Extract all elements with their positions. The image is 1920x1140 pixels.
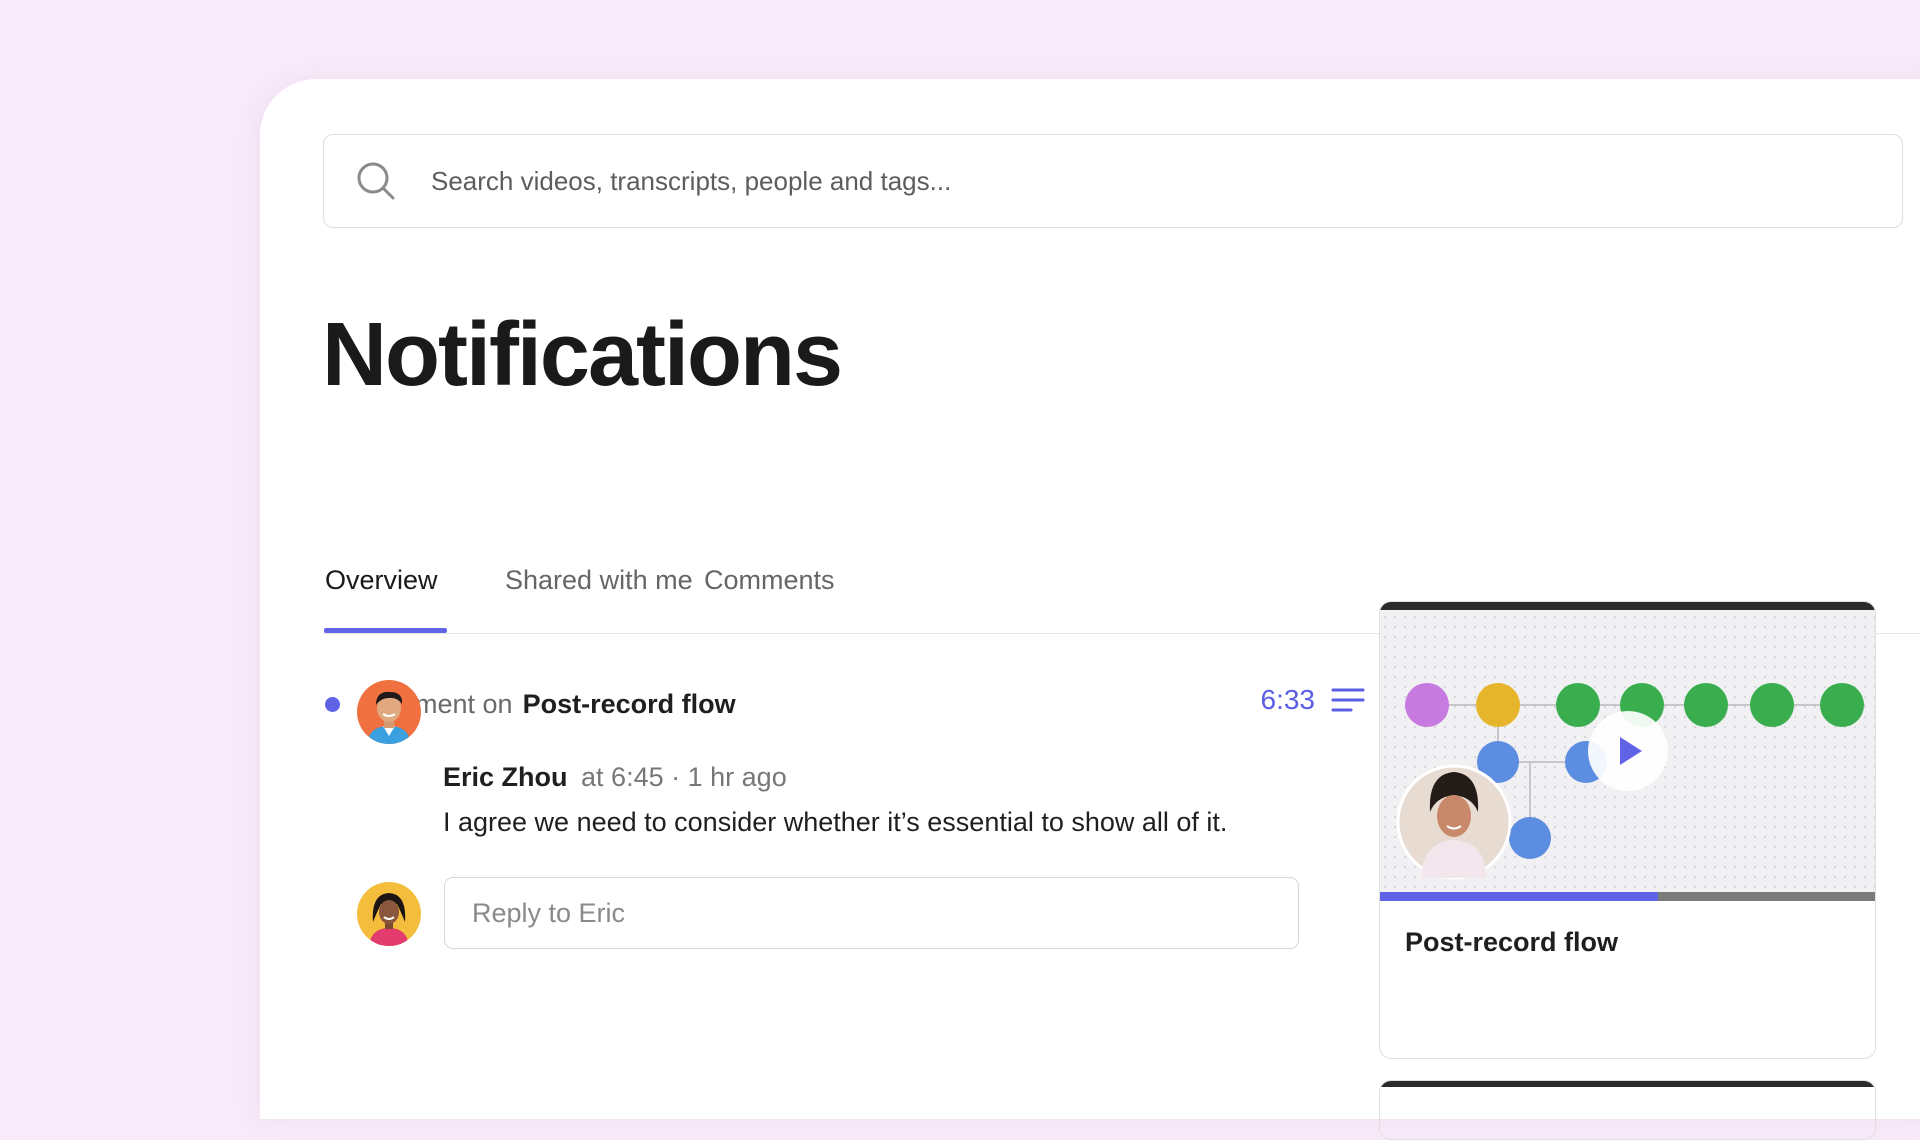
video-card-title[interactable]: Post-record flow	[1405, 927, 1618, 958]
thumbnail-app-bar	[1380, 1081, 1875, 1087]
current-user-avatar	[357, 882, 421, 946]
meta-separator: ·	[671, 762, 681, 792]
video-progress-fill	[1380, 892, 1659, 901]
video-progress-track	[1380, 892, 1875, 901]
search-bar[interactable]	[323, 134, 1903, 228]
comment-body: I agree we need to consider whether it’s…	[443, 807, 1228, 837]
timestamp-label: 6:33	[1260, 684, 1316, 715]
search-icon	[357, 162, 395, 200]
tab-shared-with-me[interactable]: Shared with me	[505, 565, 693, 622]
commenter-avatar[interactable]	[357, 680, 421, 744]
reply-box[interactable]	[444, 877, 1299, 949]
search-input[interactable]	[431, 165, 1731, 197]
comment-meta: Eric Zhou at 6:45 · 1 hr ago	[443, 762, 787, 793]
video-thumbnail[interactable]	[1380, 602, 1875, 892]
video-card[interactable]: Post-record flow	[1379, 601, 1876, 1059]
reply-input[interactable]	[472, 897, 1252, 929]
page-title: Notifications	[322, 305, 843, 405]
notification-video-link[interactable]: Post-record flow	[523, 689, 736, 720]
active-tab-indicator	[324, 628, 447, 633]
play-icon[interactable]	[1586, 709, 1670, 793]
comment-video-time: at 6:45	[581, 762, 664, 792]
comment-timestamp-button[interactable]: 6:33	[1261, 684, 1366, 716]
comment-age: 1 hr ago	[687, 762, 787, 792]
comment-author[interactable]: Eric Zhou	[443, 762, 568, 792]
main-panel: Notifications Overview Shared with me Co…	[260, 79, 1920, 1140]
tab-overview[interactable]: Overview	[325, 565, 438, 622]
transcript-lines-icon	[1331, 688, 1365, 712]
video-card-next[interactable]	[1379, 1080, 1876, 1140]
tab-comments[interactable]: Comments	[704, 565, 835, 622]
unread-indicator	[325, 696, 340, 712]
notification-header: Comment on Post-record flow 6:33	[325, 684, 1365, 724]
